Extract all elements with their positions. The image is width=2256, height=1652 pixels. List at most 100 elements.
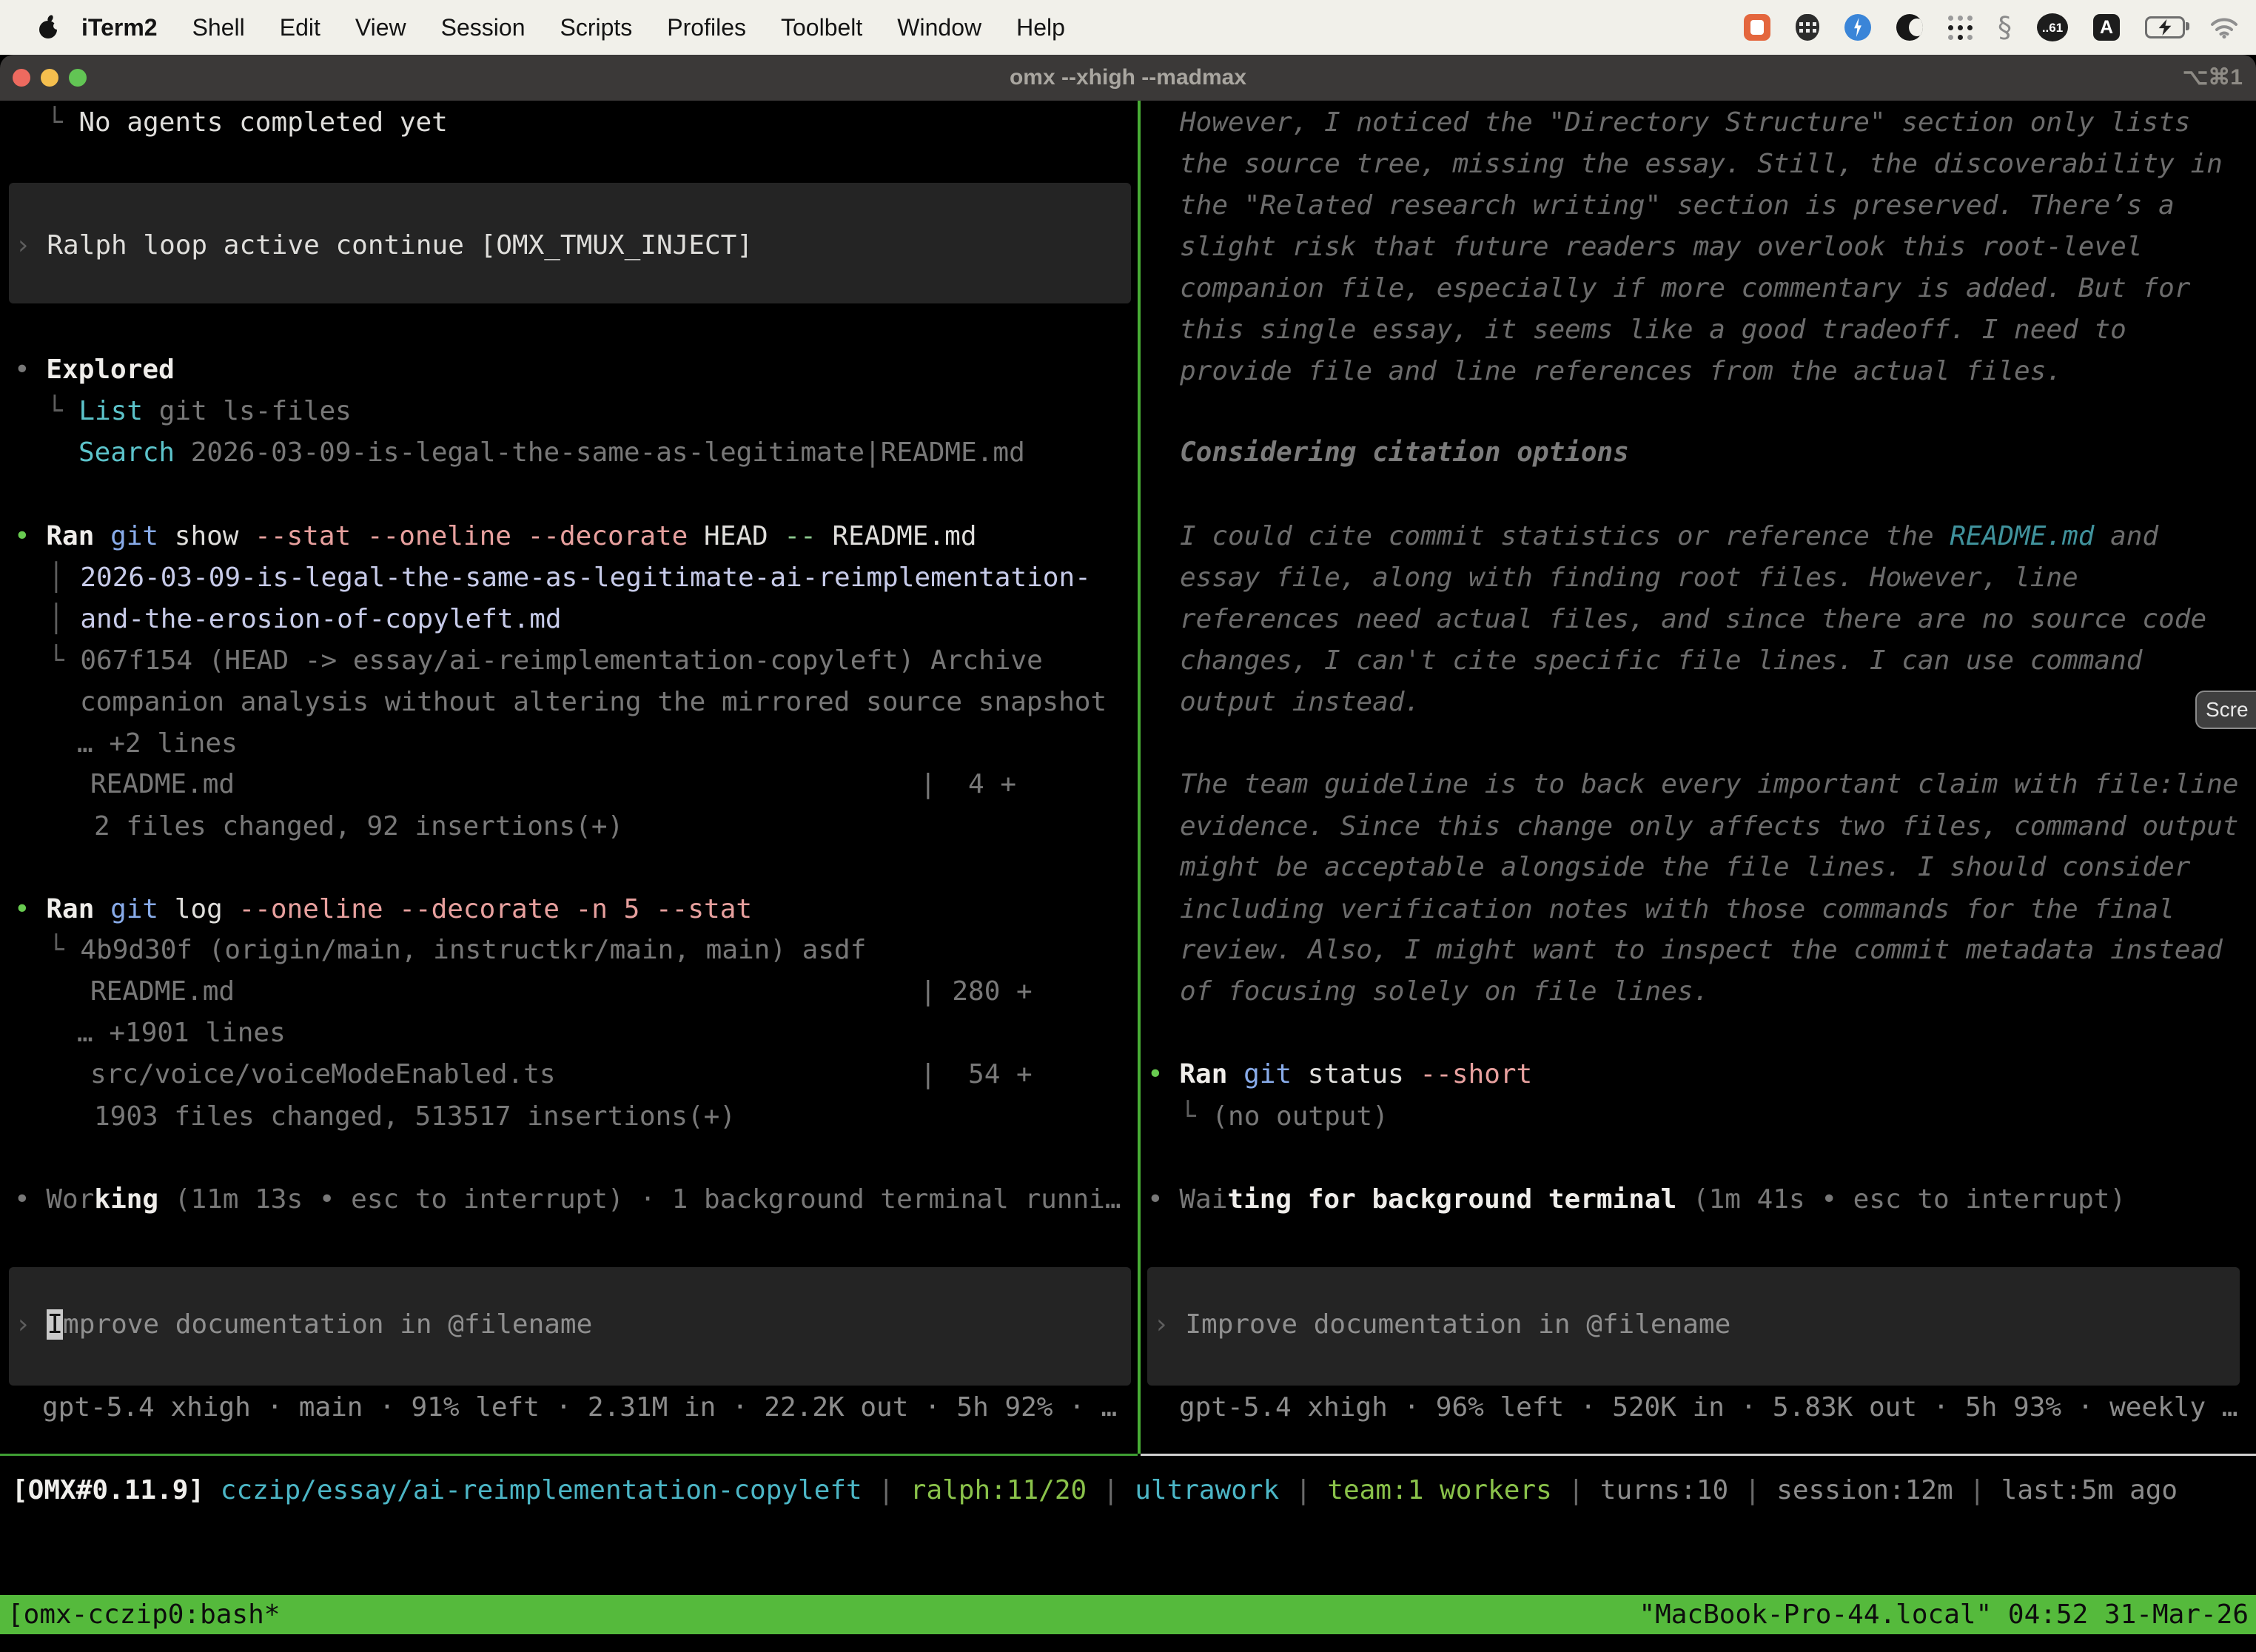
text-segment: README.md bbox=[816, 521, 977, 551]
chat-icon[interactable] bbox=[1744, 14, 1770, 41]
terminal-line: of focusing solely on file lines. bbox=[1180, 971, 1709, 1013]
terminal-line: README.md| 4 + bbox=[90, 764, 235, 805]
window-title-bar[interactable]: omx --xhigh --madmax ⌥⌘1 bbox=[0, 55, 2256, 101]
hook-icon[interactable]: § bbox=[1998, 13, 2012, 41]
text-segment: session:12m bbox=[1776, 1475, 1953, 1505]
terminal-line: Search 2026-03-09-is-legal-the-same-as-l… bbox=[78, 432, 1025, 474]
terminal-line: └ 067f154 (HEAD -> essay/ai-reimplementa… bbox=[48, 640, 1043, 682]
terminal-line: • Ran git status --short bbox=[1147, 1054, 1532, 1095]
terminal-line: │ and-the-erosion-of-copyleft.md bbox=[48, 599, 562, 640]
text-segment: gpt-5.4 xhigh · 96% left · 520K in · 5.8… bbox=[1179, 1392, 2237, 1423]
text-segment: --short bbox=[1420, 1059, 1533, 1089]
text-segment: (no output) bbox=[1212, 1101, 1388, 1132]
menu-item-session[interactable]: Session bbox=[441, 0, 526, 55]
text-segment: └ bbox=[1180, 1101, 1212, 1132]
text-segment: 2 files changed, 92 insertions(+) bbox=[94, 811, 623, 842]
text-segment: mprove documentation in @filename bbox=[63, 1309, 592, 1340]
pane-divider[interactable] bbox=[1138, 101, 1141, 1454]
text-segment: log bbox=[158, 894, 238, 924]
prompt-input-right[interactable]: › Improve documentation in @filename bbox=[1153, 1304, 1730, 1346]
text-segment: List bbox=[78, 396, 143, 426]
text-segment: git bbox=[1243, 1059, 1292, 1089]
text-segment: team:1 workers bbox=[1327, 1475, 1551, 1505]
terminal-line: the "Related research writing" section i… bbox=[1180, 185, 2175, 226]
wifi-icon[interactable] bbox=[2210, 16, 2238, 38]
text-segment: 1903 files changed, 513517 insertions(+) bbox=[94, 1101, 736, 1132]
ralph-loop-input[interactable]: › Ralph loop active continue [OMX_TMUX_I… bbox=[15, 225, 753, 266]
terminal-line: provide file and line references from th… bbox=[1180, 351, 2062, 392]
terminal-line: • Explored bbox=[14, 349, 175, 391]
text-segment: README.md bbox=[90, 976, 235, 1007]
text-segment: I could cite commit statistics or refere… bbox=[1180, 521, 1950, 551]
menu-item-toolbelt[interactable]: Toolbelt bbox=[781, 0, 862, 55]
text-segment: essay file, along with finding root file… bbox=[1180, 563, 2078, 593]
tmux-host-clock: "MacBook-Pro-44.local" 04:52 31-Mar-26 bbox=[1639, 1595, 2249, 1634]
terminal-line: … +2 lines bbox=[77, 723, 238, 765]
tmux-session-info[interactable]: [omx-cczip0:bash* bbox=[7, 1595, 280, 1634]
text-segment: Explored bbox=[46, 355, 174, 385]
terminal-line: └ List git ls-files bbox=[47, 391, 352, 432]
text-segment: (11m 13s • esc to interrupt) · 1 backgro… bbox=[158, 1184, 1121, 1215]
usage-badge[interactable]: ..61 bbox=[2037, 13, 2068, 41]
text-segment: └ bbox=[48, 935, 80, 965]
terminal-line: 2 files changed, 92 insertions(+) bbox=[94, 806, 623, 847]
bolt-badge-icon[interactable] bbox=[1844, 14, 1871, 41]
menu-item-window[interactable]: Window bbox=[897, 0, 981, 55]
dots-grid-icon[interactable] bbox=[1948, 16, 1973, 40]
letter-badge[interactable]: A bbox=[2093, 14, 2120, 41]
menu-item-view[interactable]: View bbox=[355, 0, 406, 55]
text-segment: └ bbox=[48, 645, 80, 676]
text-segment: I bbox=[47, 1309, 63, 1340]
text-segment: companion analysis without altering the … bbox=[80, 687, 1107, 717]
text-segment: | bbox=[1279, 1475, 1327, 1505]
text-segment: │ bbox=[48, 604, 80, 634]
menu-item-scripts[interactable]: Scripts bbox=[560, 0, 632, 55]
text-segment: | 54 + bbox=[920, 1054, 1033, 1095]
battery-icon[interactable] bbox=[2145, 16, 2185, 38]
text-segment: README.md bbox=[90, 769, 235, 799]
omx-status-line: [OMX#0.11.9] cczip/essay/ai-reimplementa… bbox=[12, 1470, 2178, 1511]
text-segment bbox=[94, 894, 110, 924]
menu-item-shell[interactable]: Shell bbox=[192, 0, 245, 55]
right-pane-bottom-border bbox=[1141, 1454, 2256, 1456]
menu-item-help[interactable]: Help bbox=[1016, 0, 1065, 55]
menu-item-iterm2[interactable]: iTerm2 bbox=[81, 0, 158, 55]
terminal-line: review. Also, I might want to inspect th… bbox=[1180, 930, 2223, 971]
terminal-line: slight risk that future readers may over… bbox=[1180, 226, 2142, 268]
apple-menu-icon[interactable] bbox=[38, 15, 59, 40]
text-segment: --oneline --decorate -n 5 --stat bbox=[238, 894, 752, 924]
text-segment: • bbox=[14, 521, 46, 551]
prompt-input-left[interactable]: › Improve documentation in @filename bbox=[15, 1304, 592, 1346]
text-segment: and-the-erosion-of-copyleft.md bbox=[80, 604, 561, 634]
text-segment: └ bbox=[47, 396, 78, 426]
text-segment: └ bbox=[47, 107, 78, 138]
text-segment: 2026-03-09-is-legal-the-same-as-legitima… bbox=[80, 563, 1090, 593]
text-segment: the "Related research writing" section i… bbox=[1180, 190, 2175, 221]
text-segment: companion file, especially if more comme… bbox=[1180, 273, 2190, 303]
crescent-icon[interactable] bbox=[1896, 14, 1923, 41]
shield-icon[interactable] bbox=[1796, 14, 1819, 41]
screen-overlay-button[interactable]: Scre bbox=[2195, 691, 2256, 729]
menu-bar-status-icons: § ..61 A bbox=[1744, 13, 2238, 41]
text-segment: output instead. bbox=[1180, 687, 1420, 717]
terminal-line: essay file, along with finding root file… bbox=[1180, 557, 2078, 599]
terminal-line: │ 2026-03-09-is-legal-the-same-as-legiti… bbox=[48, 557, 1091, 599]
text-segment: Ran bbox=[46, 521, 94, 551]
text-segment: might be acceptable alongside the file l… bbox=[1180, 852, 2190, 882]
text-segment: git bbox=[110, 521, 158, 551]
waiting-status: • Waiting for background terminal (1m 41… bbox=[1147, 1179, 2126, 1220]
text-segment: including verification notes with those … bbox=[1180, 894, 2175, 924]
text-segment: No agents completed yet bbox=[78, 107, 448, 138]
terminal-line: • Ran git log --oneline --decorate -n 5 … bbox=[14, 889, 752, 930]
text-segment: turns:10 bbox=[1600, 1475, 1728, 1505]
text-segment: ralph:11/20 bbox=[910, 1475, 1087, 1505]
menu-item-profiles[interactable]: Profiles bbox=[667, 0, 746, 55]
terminal-line: └ 4b9d30f (origin/main, instructkr/main,… bbox=[48, 930, 866, 971]
menu-item-edit[interactable]: Edit bbox=[280, 0, 320, 55]
text-segment: | 280 + bbox=[920, 971, 1033, 1013]
text-segment: king bbox=[94, 1184, 158, 1215]
terminal-line: output instead. bbox=[1180, 682, 1420, 723]
text-segment: README.md bbox=[1950, 521, 2094, 551]
text-segment: cczip/essay/ai-reimplementation-copyleft bbox=[221, 1475, 862, 1505]
terminal-line: README.md| 280 + bbox=[90, 971, 235, 1013]
